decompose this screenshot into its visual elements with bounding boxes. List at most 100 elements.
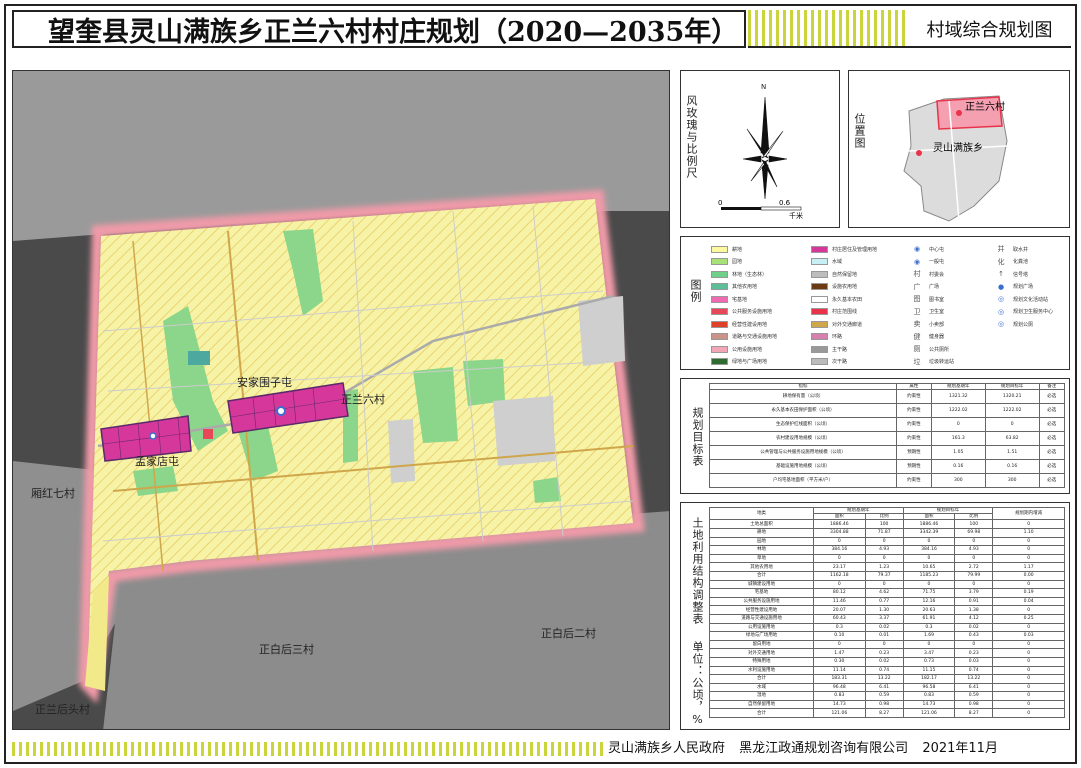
table-row: 永久基本农田保护面积（公顷） 约束性 1222.02 1222.02 必选 — [709, 403, 1066, 419]
legend-swatch — [811, 308, 828, 316]
table-cell: 0 — [902, 553, 956, 564]
legend-label: 耕地 — [732, 246, 743, 253]
table-cell: 土地总面积 — [709, 519, 814, 529]
table-cell: 8.27 — [864, 708, 904, 719]
table-cell: 0.59 — [954, 691, 994, 701]
compass-box: 风玫瑰与比例尺 N 0 0.6 千米 — [680, 70, 840, 228]
table-row: 林地 384.16 4.93 384.16 4.93 0 — [709, 545, 1065, 555]
footer-stripe — [12, 742, 605, 756]
legend-item: ◎ 规划卫生服务中心 — [993, 306, 1066, 319]
legend-label: 规划公厕 — [1013, 321, 1034, 328]
legend-swatch — [711, 258, 728, 266]
table-cell: 61.91 — [902, 613, 956, 624]
legend-label: 绿地与广场用地 — [732, 359, 768, 366]
table-cell: 永久基本农田保护面积（公顷） — [709, 403, 897, 419]
table-cell: 2.72 — [954, 562, 994, 572]
table-cell: 1.47 — [812, 648, 866, 658]
table-row: 水域 96.48 6.41 96.58 6.41 0 — [709, 682, 1065, 693]
general-village-marker[interactable] — [149, 432, 157, 440]
table-cell: 必选 — [1038, 403, 1066, 419]
legend-item: ↑ 信号塔 — [993, 268, 1066, 281]
table-cell: 0.73 — [902, 656, 956, 667]
legend-item: 村庄范围线 — [811, 306, 909, 319]
table-cell: 100 — [954, 519, 994, 529]
title-stripe — [748, 10, 908, 48]
table-cell: 预期性 — [896, 459, 932, 475]
location-box: 位置图 正兰六村 灵山满族乡 — [848, 70, 1070, 228]
table-cell: 161.3 — [930, 431, 986, 447]
legend-item: 对外交通廊道 — [811, 318, 909, 331]
legend-symbol-icon: ● — [997, 282, 1005, 291]
scale-start: 0 — [718, 199, 723, 207]
table-row: 基础设施用地规模（公顷） 预期性 0.16 0.16 必选 — [709, 459, 1066, 475]
table-cell: 63.82 — [984, 431, 1040, 447]
legend-swatch — [811, 358, 828, 366]
table-cell: 1.69 — [902, 631, 956, 641]
table-cell: 20.07 — [812, 605, 866, 615]
table-row: 自然保留用地 14.73 0.98 14.73 0.98 0 — [709, 699, 1065, 710]
table-row: 合计 183.31 13.22 182.17 13.22 0 — [709, 674, 1065, 684]
legend-item — [993, 356, 1066, 369]
landuse-unit-label: 单位：公顷，% — [691, 641, 704, 727]
footer-date: 2021年11月 — [922, 741, 998, 756]
table-cell: 0 — [992, 622, 1065, 633]
table-cell: 0 — [992, 656, 1065, 667]
table-cell: 园地 — [709, 536, 814, 547]
legend-symbol-icon: ◎ — [997, 320, 1005, 329]
table-row: 合计 121.06 8.27 121.06 8.27 0 — [709, 708, 1065, 719]
table-cell: 0 — [984, 417, 1040, 433]
table-cell: 0 — [812, 579, 866, 590]
table-cell: 0 — [812, 553, 866, 564]
pond — [188, 351, 210, 365]
map-panel[interactable]: 安家围子屯 正兰六村 孟家店屯 厢红七村 正白后三村 正白后二村 正兰后头村 — [12, 70, 670, 730]
legend-item: 永久基本农田 — [811, 293, 909, 306]
table-cell: 1222.02 — [930, 403, 986, 419]
table-cell: 0 — [992, 545, 1065, 555]
table-cell: 80.12 — [812, 588, 866, 598]
table-cell: 1185.23 — [902, 570, 956, 581]
table-cell: 公共服务设施用地 — [709, 596, 814, 607]
footer-text: 灵山满族乡人民政府 黑龙江政通规划咨询有限公司 2021年11月 — [608, 740, 1069, 758]
public-facility — [203, 429, 213, 439]
legend-item: 绿地与广场用地 — [711, 356, 811, 369]
table-cell: 0 — [992, 605, 1065, 615]
table-cell: 公共管理与公共服务设施用地规模（公顷） — [709, 445, 897, 461]
legend-symbol-icon: 图 — [913, 295, 921, 304]
table-cell: 0 — [992, 648, 1065, 658]
center-village-marker[interactable] — [276, 406, 286, 416]
legend-label: 中心屯 — [929, 246, 945, 253]
legend-label: 小卖部 — [929, 321, 945, 328]
table-cell: 约束性 — [896, 403, 932, 419]
table-cell: 耕地 — [709, 528, 814, 538]
table-cell: 0.16 — [930, 459, 986, 475]
table-cell: 绿地与广场用地 — [709, 631, 814, 641]
scale-unit: 千米 — [789, 212, 803, 220]
legend-grid: 耕地 村庄居住及管理用地 ◉ 中心屯 井 取水井 园地 水域 ◉ 一般屯 化 化粪池 林地（生态林） 自然… — [711, 243, 1066, 369]
legend-label: 卫生室 — [929, 309, 945, 316]
table-cell: 1.05 — [930, 445, 986, 461]
map-label-zhenglanhou: 正兰后头村 — [35, 703, 90, 716]
table-cell: 0 — [954, 553, 994, 564]
legend-item: 卫 卫生室 — [909, 306, 993, 319]
table-row: 公用设施用地 0.3 0.02 0.3 0.02 0 — [709, 622, 1065, 633]
legend-symbol-icon: ◉ — [913, 257, 921, 266]
legend-label: 图书室 — [929, 296, 945, 303]
table-cell: 约束性 — [896, 431, 932, 447]
title-rule — [748, 46, 1071, 48]
map-label-zhengbai3: 正白后三村 — [259, 643, 314, 656]
table-cell: 0.98 — [954, 699, 994, 710]
table-row: 留白用地 0 0 0 0 0 — [709, 639, 1065, 650]
legend-symbol-icon: ◎ — [997, 295, 1005, 304]
table-cell: 林地 — [709, 545, 814, 555]
table-cell: 0 — [992, 579, 1065, 590]
targets-table-wrap: 指标 属性 规划基期年 规划目标年 备注 耕地保有量（公顷） 约束性 1321.32 1320… — [709, 382, 1066, 489]
legend-symbol-icon: 井 — [997, 245, 1005, 254]
table-cell: 1321.32 — [930, 389, 986, 405]
table-cell: 合计 — [709, 570, 814, 581]
legend-symbol-icon: 村 — [913, 270, 921, 279]
table-cell: 0 — [954, 579, 994, 590]
table-row: 公共管理与公共服务设施用地规模（公顷） 预期性 1.05 1.51 必选 — [709, 445, 1066, 461]
legend-side-label: 图例 — [689, 279, 702, 303]
table-cell: 79.99 — [954, 570, 994, 581]
table-cell: 0 — [954, 639, 994, 650]
